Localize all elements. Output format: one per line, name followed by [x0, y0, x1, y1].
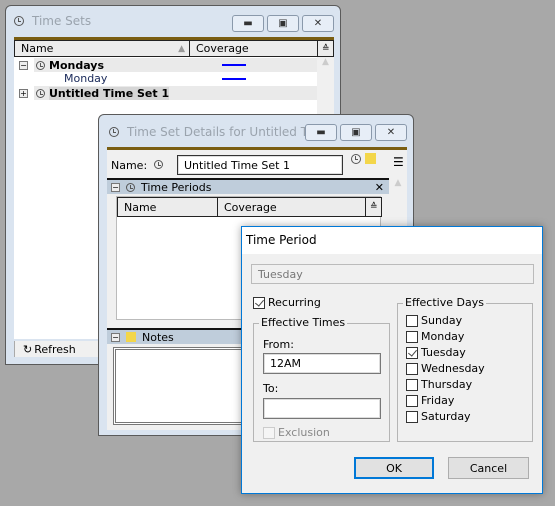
dialog-title: Time Period: [242, 227, 542, 254]
clock-dropdown-icon[interactable]: [351, 154, 361, 164]
to-input[interactable]: [263, 398, 381, 419]
checkbox-icon: [406, 362, 418, 375]
collapse-icon[interactable]: −: [111, 182, 120, 192]
clock-icon: [36, 88, 45, 98]
group-label: Effective Days: [403, 296, 486, 309]
checkbox-icon: [406, 394, 418, 407]
to-label: To:: [263, 382, 279, 395]
cancel-button[interactable]: Cancel: [448, 457, 529, 479]
list-header: Name ▲ Coverage ≙: [14, 40, 334, 57]
note-icon: [126, 332, 136, 342]
row-label: Monday: [64, 72, 108, 85]
maximize-button[interactable]: ▣: [267, 15, 299, 32]
minimize-button[interactable]: ▬: [305, 124, 337, 141]
close-section-icon[interactable]: ✕: [375, 181, 384, 194]
ok-button[interactable]: OK: [354, 457, 434, 479]
day-label: Tuesday: [421, 346, 466, 359]
day-checkbox-monday[interactable]: Monday: [406, 330, 464, 343]
column-chooser-icon[interactable]: ≙: [318, 44, 330, 54]
row-label: Mondays: [49, 58, 105, 72]
checkbox-icon: [406, 330, 418, 343]
window-controls: ▬ ▣ ✕: [232, 15, 334, 32]
clock-icon: [14, 16, 24, 26]
column-coverage[interactable]: Coverage: [218, 198, 366, 216]
day-label: Saturday: [421, 410, 471, 423]
section-title: Time Periods: [141, 180, 212, 194]
day-checkbox-tuesday[interactable]: Tuesday: [406, 346, 466, 359]
time-sets-title: Time Sets: [14, 14, 91, 28]
day-label: Monday: [421, 330, 465, 343]
checkbox-icon: [263, 426, 275, 439]
day-checkbox-thursday[interactable]: Thursday: [406, 378, 472, 391]
day-checkbox-friday[interactable]: Friday: [406, 394, 454, 407]
title-text: Time Set Details for Untitled Ti...: [127, 125, 323, 139]
day-checkbox-saturday[interactable]: Saturday: [406, 410, 471, 423]
effective-times-group: Effective Times From: 12AM To: Exclusion: [253, 316, 390, 442]
day-checkbox-sunday[interactable]: Sunday: [406, 314, 462, 327]
column-name[interactable]: Name: [118, 198, 218, 216]
exclusion-checkbox[interactable]: Exclusion: [263, 426, 330, 439]
expand-icon[interactable]: +: [19, 88, 28, 98]
refresh-icon: ↻: [23, 342, 33, 356]
checkbox-icon: [406, 314, 418, 327]
close-button[interactable]: ✕: [302, 15, 334, 32]
section-title: Notes: [142, 330, 174, 344]
coverage-bar: [222, 64, 246, 66]
collapse-icon[interactable]: −: [19, 60, 28, 70]
collapse-icon[interactable]: −: [111, 332, 120, 342]
list-item[interactable]: + Untitled Time Set 1: [14, 86, 317, 100]
coverage-bar: [222, 78, 246, 80]
column-coverage[interactable]: Coverage: [190, 41, 318, 56]
minimize-button[interactable]: ▬: [232, 15, 264, 32]
column-chooser-icon[interactable]: ≙: [366, 202, 378, 212]
from-label: From:: [263, 338, 294, 351]
column-name[interactable]: Name ▲: [15, 41, 190, 56]
day-label: Wednesday: [421, 362, 485, 375]
checkbox-icon: [406, 346, 418, 359]
day-checkbox-wednesday[interactable]: Wednesday: [406, 362, 485, 375]
effective-days-group: Effective Days Sunday Monday Tuesday Wednes…: [397, 296, 533, 442]
window-controls: ▬ ▣ ✕: [305, 124, 407, 141]
checkbox-icon: [406, 378, 418, 391]
clock-icon: [154, 160, 163, 169]
checkbox-icon: [253, 296, 265, 309]
close-button[interactable]: ✕: [375, 124, 407, 141]
time-periods-section: − Time Periods ✕: [107, 178, 389, 194]
recurring-label: Recurring: [268, 296, 321, 309]
period-name-input[interactable]: Tuesday: [251, 264, 534, 284]
list-header: Name Coverage ≙: [117, 197, 382, 217]
name-label: Name:: [111, 159, 148, 172]
maximize-button[interactable]: ▣: [340, 124, 372, 141]
refresh-label: Refresh: [34, 342, 76, 356]
clock-icon: [109, 127, 119, 137]
details-title: Time Set Details for Untitled Ti...: [109, 125, 322, 139]
recurring-checkbox[interactable]: Recurring: [253, 296, 321, 309]
clock-icon: [126, 182, 135, 192]
clock-icon: [36, 60, 45, 70]
group-label: Effective Times: [259, 316, 348, 329]
list-item[interactable]: Monday: [14, 72, 317, 86]
exclusion-label: Exclusion: [278, 426, 330, 439]
list-options-icon[interactable]: ☰: [393, 155, 404, 169]
name-input[interactable]: Untitled Time Set 1: [177, 155, 343, 175]
time-period-dialog: Time Period Tuesday Recurring Effective …: [241, 226, 543, 494]
day-label: Thursday: [421, 378, 473, 391]
title-text: Time Sets: [32, 14, 92, 28]
day-label: Friday: [421, 394, 455, 407]
note-icon[interactable]: [365, 153, 376, 164]
day-label: Sunday: [421, 314, 463, 327]
from-input[interactable]: 12AM: [263, 353, 381, 374]
list-item[interactable]: − Mondays: [14, 58, 317, 72]
checkbox-icon: [406, 410, 418, 423]
row-label: Untitled Time Set 1: [49, 86, 170, 100]
